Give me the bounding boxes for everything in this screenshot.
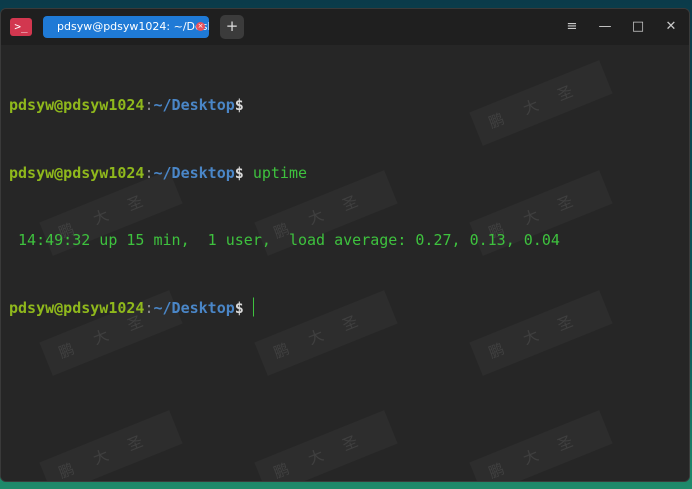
prompt-colon: : (144, 163, 154, 182)
prompt-path: ~/Desktop (153, 96, 235, 114)
prompt-line: pdsyw@pdsyw1024:~/Desktop$ (9, 94, 560, 117)
text-cursor (252, 296, 262, 317)
prompt-line: pdsyw@pdsyw1024:~/Desktop$ (9, 296, 560, 320)
output-line: 14:49:32 up 15 min, 1 user, load average… (9, 229, 560, 252)
menu-icon[interactable]: ≡ (563, 18, 581, 36)
terminal-output-area[interactable]: 鹏大圣 鹏大圣 鹏大圣 鹏大圣 鹏大圣 鹏大圣 鹏大圣 鹏大圣 鹏大圣 鹏大圣 … (1, 45, 689, 481)
prompt-symbol: $ (234, 298, 244, 317)
prompt-symbol: $ (234, 96, 244, 114)
prompt-user: pdsyw@pdsyw1024 (9, 298, 145, 317)
command-text (244, 299, 253, 317)
maximize-icon[interactable]: □ (629, 18, 647, 36)
prompt-path: ~/Desktop (153, 298, 235, 317)
terminal-window: >_ pdsyw@pdsyw1024: ~/Desktop × + ≡ — □ … (0, 8, 690, 482)
prompt-colon: : (144, 96, 154, 114)
tab-terminal[interactable]: pdsyw@pdsyw1024: ~/Desktop × (43, 16, 209, 38)
prompt-user: pdsyw@pdsyw1024 (9, 163, 145, 182)
watermark: 鹏大圣 (39, 410, 182, 481)
terminal-app-icon[interactable]: >_ (10, 18, 32, 36)
command-text: uptime (243, 163, 308, 182)
close-icon[interactable]: ✕ (662, 18, 680, 36)
uptime-output: 14:49:32 up 15 min, 1 user, load average… (9, 231, 560, 249)
tab-title: pdsyw@pdsyw1024: ~/Desktop (57, 20, 209, 33)
new-tab-button[interactable]: + (220, 15, 244, 39)
prompt-colon: : (144, 298, 154, 317)
watermark: 鹏大圣 (469, 410, 612, 481)
prompt-path: ~/Desktop (153, 163, 235, 182)
prompt-user: pdsyw@pdsyw1024 (9, 96, 145, 114)
tab-close-icon[interactable]: × (196, 22, 205, 31)
minimize-icon[interactable]: — (596, 18, 614, 36)
title-bar: >_ pdsyw@pdsyw1024: ~/Desktop × + ≡ — □ … (1, 9, 689, 45)
prompt-symbol: $ (234, 163, 244, 182)
terminal-lines: pdsyw@pdsyw1024:~/Desktop$ pdsyw@pdsyw10… (9, 49, 560, 364)
watermark: 鹏大圣 (254, 410, 397, 481)
prompt-line: pdsyw@pdsyw1024:~/Desktop$ uptime (9, 162, 560, 185)
